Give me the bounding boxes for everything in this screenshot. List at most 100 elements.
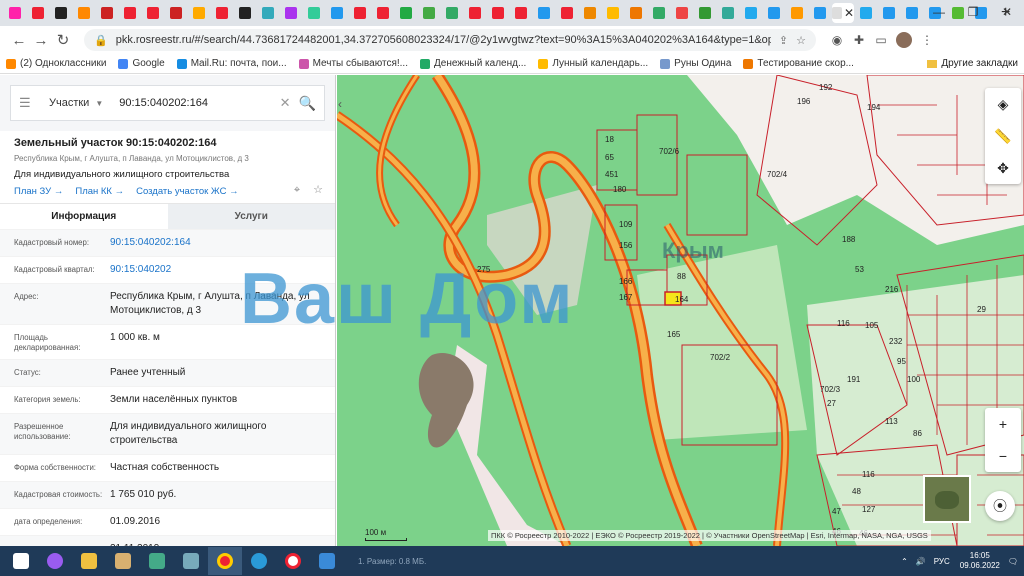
browser-tab[interactable]	[510, 3, 532, 23]
browser-tab[interactable]	[487, 3, 509, 23]
browser-tab[interactable]	[740, 3, 762, 23]
browser-tab[interactable]	[395, 3, 417, 23]
parcel-label[interactable]: 88	[677, 272, 686, 281]
forward-icon[interactable]: →	[30, 32, 52, 49]
parcel-label[interactable]: 47	[832, 507, 841, 516]
browser-tab[interactable]	[579, 3, 601, 23]
browser-tab[interactable]	[4, 3, 26, 23]
parcel-label[interactable]: 216	[885, 285, 898, 294]
taskbar-app[interactable]	[106, 547, 140, 575]
bookmark-item[interactable]: Тестирование скор...	[743, 58, 854, 69]
browser-tab[interactable]	[556, 3, 578, 23]
parcel-label[interactable]: 18	[605, 135, 614, 144]
zoom-out-button[interactable]: −	[985, 440, 1021, 472]
parcel-label[interactable]: 29	[977, 305, 986, 314]
browser-tab[interactable]	[418, 3, 440, 23]
parcel-label[interactable]: 702/4	[767, 170, 787, 179]
close-window-icon[interactable]: ✕	[990, 0, 1024, 26]
ruler-icon[interactable]: 📏	[985, 120, 1021, 152]
parcel-label[interactable]: 702/3	[820, 385, 840, 394]
layers-icon[interactable]: ◈	[985, 88, 1021, 120]
browser-tab[interactable]	[694, 3, 716, 23]
tray-arrow-icon[interactable]: ⌃	[901, 557, 908, 566]
bookmark-item[interactable]: Mail.Ru: почта, пои...	[176, 58, 287, 69]
reload-icon[interactable]: ↻	[52, 31, 74, 49]
parcel-label[interactable]: 191	[847, 375, 860, 384]
taskbar-files[interactable]	[140, 547, 174, 575]
taskbar-yandex[interactable]	[276, 547, 310, 575]
parcel-label[interactable]: 196	[797, 97, 810, 106]
select-point-icon[interactable]: ✥	[985, 152, 1021, 184]
browser-tab[interactable]	[303, 3, 325, 23]
parcel-label[interactable]: 48	[852, 487, 861, 496]
chevron-down-icon[interactable]: ▼	[95, 99, 103, 108]
taskbar-chrome[interactable]	[208, 547, 242, 575]
maximize-icon[interactable]: ❐	[956, 0, 990, 26]
parcel-label[interactable]: 192	[819, 83, 832, 92]
parcel-label[interactable]: 165	[667, 330, 680, 339]
browser-tab[interactable]	[165, 3, 187, 23]
search-type-select[interactable]: Участки	[49, 97, 89, 109]
browser-tab[interactable]	[119, 3, 141, 23]
taskbar-app2[interactable]	[310, 547, 344, 575]
browser-tab[interactable]	[763, 3, 785, 23]
basemap-switcher[interactable]	[923, 475, 971, 523]
parcel-label[interactable]: 166	[619, 277, 632, 286]
menu-icon[interactable]: ☰	[19, 95, 33, 111]
parcel-label[interactable]: 95	[897, 357, 906, 366]
extensions-puzzle-icon[interactable]: ✚	[848, 33, 870, 47]
favorite-star-icon[interactable]: ☆	[313, 184, 323, 196]
create-parcel-link[interactable]: Создать участок ЖС →	[136, 186, 238, 197]
extension-icon[interactable]: ◉	[826, 33, 848, 47]
menu-kebab-icon[interactable]: ⋮	[916, 33, 938, 47]
close-tab-icon[interactable]: ✕	[844, 6, 854, 20]
clock[interactable]: 16:05 09.06.2022	[960, 551, 1000, 571]
parcel-label[interactable]: 164	[675, 295, 688, 304]
parcel-label[interactable]: 27	[827, 399, 836, 408]
browser-tab[interactable]	[464, 3, 486, 23]
language-indicator[interactable]: РУС	[934, 557, 950, 566]
browser-tab[interactable]	[855, 3, 877, 23]
browser-tab[interactable]	[27, 3, 49, 23]
browser-tab[interactable]	[234, 3, 256, 23]
tab-info[interactable]: Информация	[0, 204, 168, 229]
browser-tab[interactable]	[878, 3, 900, 23]
browser-tab[interactable]	[349, 3, 371, 23]
browser-tab[interactable]	[625, 3, 647, 23]
browser-tab[interactable]	[717, 3, 739, 23]
tab-services[interactable]: Услуги	[167, 204, 335, 229]
browser-tab[interactable]	[50, 3, 72, 23]
parcel-label[interactable]: 53	[855, 265, 864, 274]
parcel-label[interactable]: 232	[889, 337, 902, 346]
parcel-label[interactable]: 100	[907, 375, 920, 384]
browser-tab[interactable]: ✕	[832, 3, 854, 23]
volume-icon[interactable]: 🔊	[916, 557, 926, 566]
clear-icon[interactable]: ✕	[280, 95, 291, 111]
parcel-label[interactable]: 702/6	[659, 147, 679, 156]
browser-tab[interactable]	[188, 3, 210, 23]
parcel-label[interactable]: 127	[862, 505, 875, 514]
bookmark-item[interactable]: Мечты сбываются!...	[298, 58, 408, 69]
parcel-label[interactable]: 116	[862, 470, 875, 479]
bookmark-item[interactable]: Денежный календ...	[419, 58, 526, 69]
parcel-label[interactable]: 451	[605, 170, 618, 179]
parcel-label[interactable]: 180	[613, 185, 626, 194]
browser-tab[interactable]	[326, 3, 348, 23]
browser-tab[interactable]	[786, 3, 808, 23]
parcel-label[interactable]: 65	[605, 153, 614, 162]
parcel-label[interactable]: 188	[842, 235, 855, 244]
browser-tab[interactable]	[280, 3, 302, 23]
attribute-value[interactable]: 90:15:040202:164	[110, 230, 335, 256]
browser-tab[interactable]	[372, 3, 394, 23]
browser-tab[interactable]	[96, 3, 118, 23]
browser-tab[interactable]	[602, 3, 624, 23]
browser-tab[interactable]	[73, 3, 95, 23]
browser-tab[interactable]	[671, 3, 693, 23]
other-bookmarks[interactable]: Другие закладки	[927, 58, 1018, 69]
browser-tab[interactable]	[257, 3, 279, 23]
taskbar-torrent[interactable]	[174, 547, 208, 575]
browser-tab[interactable]	[809, 3, 831, 23]
parcel-label[interactable]: 113	[885, 417, 898, 426]
taskbar-alice[interactable]	[38, 547, 72, 575]
bookmark-item[interactable]: Google	[118, 58, 165, 69]
